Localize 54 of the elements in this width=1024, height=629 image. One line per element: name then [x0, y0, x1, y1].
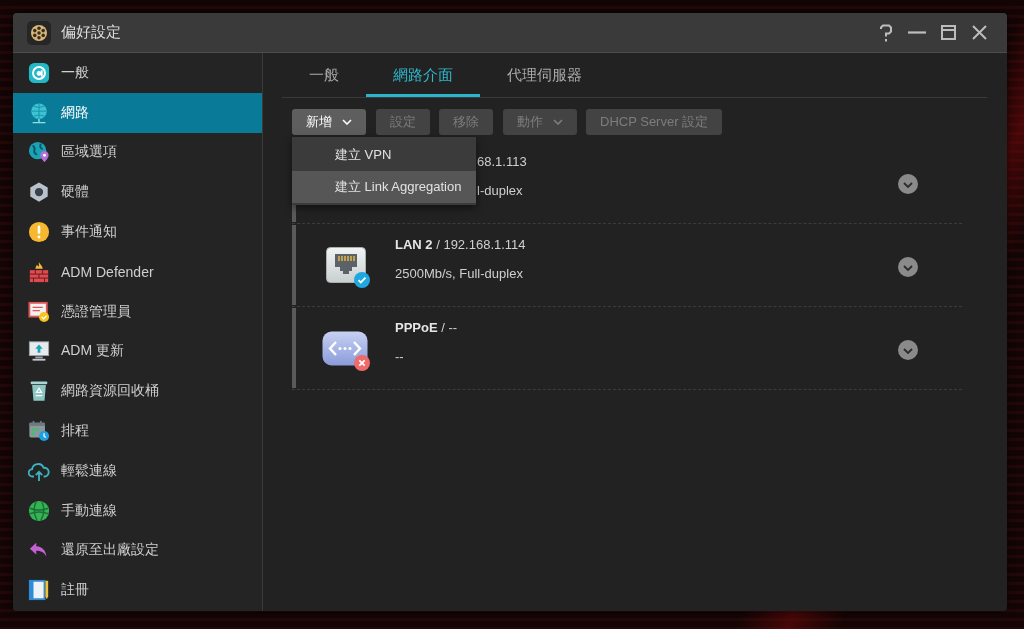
sidebar-item[interactable]: 區域選項 [13, 132, 262, 173]
sidebar-item[interactable]: ADM Defender [13, 252, 262, 292]
tab[interactable]: 一般 [282, 53, 366, 97]
notebook-icon [28, 579, 50, 602]
globe-icon [28, 499, 50, 522]
expand-button[interactable] [898, 257, 918, 277]
certificate-icon [28, 300, 50, 323]
calendar-clock-icon [28, 420, 50, 443]
caret-icon [342, 119, 352, 125]
sidebar-item[interactable]: 還原至出廠設定 [13, 530, 262, 571]
dropdown-button[interactable]: 新增 [292, 109, 366, 135]
expand-button[interactable] [898, 340, 918, 360]
sidebar-item[interactable]: ADM 更新 [13, 331, 262, 372]
globe-pin-icon [28, 141, 50, 164]
hex-nut-icon [28, 181, 50, 204]
film-reel-icon [27, 20, 51, 45]
menu-item[interactable]: 建立 Link Aggregation [292, 171, 476, 203]
tab[interactable]: 代理伺服器 [480, 53, 609, 97]
sidebar-item[interactable]: 網路資源回收桶 [13, 371, 262, 412]
window-title: 偏好設定 [61, 23, 121, 42]
interface-title: LAN 2 / 192.168.1.114 [395, 236, 526, 254]
maximize-icon [940, 25, 956, 40]
exclamation-icon [28, 221, 50, 244]
sidebar-item[interactable]: 排程 [13, 411, 262, 451]
interface-detail: -- [395, 348, 404, 366]
interface-title: PPPoE / -- [395, 319, 458, 337]
connection-tile-icon [322, 330, 368, 366]
ethernet-port-icon [326, 247, 366, 283]
menu-item[interactable]: 建立 VPN [292, 139, 476, 171]
sidebar-item[interactable]: 網路 [13, 92, 262, 133]
minimize-icon [908, 31, 926, 34]
close-icon [971, 25, 987, 40]
at-sign-icon [28, 61, 50, 84]
firewall-icon [28, 260, 50, 283]
sidebar-item[interactable]: 註冊 [13, 570, 262, 611]
interface-title: 68.1.113 [477, 153, 527, 171]
sidebar-item[interactable]: 憑證管理員 [13, 291, 262, 332]
interface-detail: l-duplex [477, 182, 523, 200]
expand-button[interactable] [898, 174, 918, 194]
globe-icon [28, 101, 50, 124]
caret-icon [552, 119, 563, 125]
help-icon [879, 23, 893, 42]
chevron-down-icon [903, 264, 913, 271]
sidebar-item[interactable]: 事件通知 [13, 212, 262, 252]
sidebar-item[interactable]: 輕鬆連線 [13, 450, 262, 491]
monitor-upload-icon [28, 340, 50, 363]
sidebar-item[interactable]: 硬體 [13, 172, 262, 213]
chevron-down-icon [903, 181, 913, 188]
chevron-down-icon [903, 347, 913, 354]
sidebar-item[interactable]: 一般 [13, 53, 262, 93]
tab[interactable]: 網路介面 [366, 53, 480, 97]
recycle-bin-icon [28, 380, 50, 403]
sidebar-item[interactable]: 手動連線 [13, 490, 262, 531]
interface-detail: 2500Mb/s, Full-duplex [395, 265, 523, 283]
